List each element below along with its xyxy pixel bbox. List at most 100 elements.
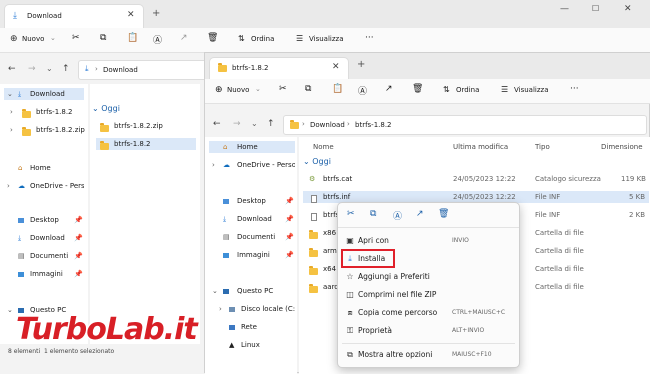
- nav-item-linux[interactable]: ▲ Linux: [209, 339, 295, 351]
- desktop-icon: [223, 199, 229, 204]
- nav-item-home[interactable]: ⌂ Home: [209, 141, 295, 153]
- nav-item-download-pinned[interactable]: ⤓ Download 📌: [4, 232, 84, 244]
- view-button[interactable]: Visualizza: [309, 35, 343, 43]
- new-button[interactable]: Nuovo: [227, 86, 249, 94]
- paste-icon[interactable]: 📋: [332, 84, 343, 94]
- download-icon: ⤓: [18, 90, 22, 98]
- menu-item-comprimi-zip[interactable]: ◫ Comprimi nel file ZIP: [338, 286, 519, 304]
- column-header-name[interactable]: Nome: [313, 143, 334, 151]
- group-header: ⌄ Oggi: [303, 157, 331, 166]
- menu-item-proprieta[interactable]: ⚿ Proprietà ALT+INVIO: [338, 322, 519, 340]
- new-tab-button[interactable]: +: [357, 59, 365, 70]
- pin-icon[interactable]: 📌: [74, 250, 83, 262]
- up-button[interactable]: ↑: [267, 119, 275, 129]
- forward-button[interactable]: →: [28, 64, 36, 74]
- rename-icon[interactable]: Ⓐ: [358, 84, 367, 97]
- nav-item-download[interactable]: ⌄ ⤓ Download: [4, 88, 84, 100]
- new-icon: ⊕: [215, 85, 223, 95]
- file-row[interactable]: ⚙ btrfs.cat 24/05/2023 12:22 Catalogo si…: [303, 173, 649, 185]
- copy-icon[interactable]: ⧉: [370, 209, 376, 219]
- address-bar[interactable]: › Download › btrfs-1.8.2: [283, 115, 647, 135]
- inf-file-icon: [311, 211, 317, 223]
- recent-button[interactable]: ⌄: [46, 64, 53, 73]
- breadcrumb-item[interactable]: Download: [310, 121, 345, 129]
- download-icon: ⤓: [223, 215, 227, 223]
- right-tab[interactable]: btrfs-1.8.2 ✕: [209, 57, 349, 79]
- more-options-icon[interactable]: ···: [365, 33, 374, 43]
- close-icon[interactable]: ✕: [332, 62, 340, 72]
- address-bar[interactable]: ⤓ › Download: [78, 60, 210, 80]
- nav-item-questo-pc[interactable]: ⌄ Questo PC: [209, 285, 295, 297]
- cut-icon[interactable]: ✂: [72, 33, 80, 43]
- rename-icon[interactable]: Ⓐ: [153, 33, 162, 46]
- nav-label: OneDrive - Pers: [30, 182, 84, 190]
- view-button[interactable]: Visualizza: [514, 86, 548, 94]
- menu-item-copia-percorso[interactable]: ⧈ Copia come percorso CTRL+MAIUSC+C: [338, 304, 519, 322]
- breadcrumb-separator: ›: [302, 120, 305, 128]
- delete-icon[interactable]: 🗑: [412, 84, 423, 94]
- maximize-button[interactable]: ☐: [592, 4, 599, 13]
- menu-item-apri-con[interactable]: ▣ Apri con INVIO: [338, 232, 519, 250]
- up-button[interactable]: ↑: [62, 64, 70, 74]
- nav-item-documenti[interactable]: ▤ Documenti 📌: [209, 231, 295, 243]
- back-button[interactable]: ←: [213, 119, 221, 129]
- copy-icon[interactable]: ⧉: [305, 84, 311, 94]
- nav-item-desktop[interactable]: Desktop 📌: [4, 214, 84, 226]
- highlight-box: [341, 249, 395, 268]
- share-icon[interactable]: ↗: [385, 84, 393, 94]
- rename-icon[interactable]: Ⓐ: [393, 209, 402, 222]
- file-row-selected[interactable]: btrfs-1.8.2: [96, 138, 196, 150]
- more-options-icon[interactable]: ···: [570, 84, 579, 94]
- pin-icon[interactable]: 📌: [74, 214, 83, 226]
- nav-item-immagini[interactable]: Immagini 📌: [209, 249, 295, 261]
- nav-item-disco-locale[interactable]: › Disco locale (C:): [209, 303, 295, 315]
- nav-item-desktop[interactable]: Desktop 📌: [209, 195, 295, 207]
- pin-icon[interactable]: 📌: [74, 268, 83, 280]
- delete-icon[interactable]: 🗑: [207, 33, 218, 43]
- nav-item-btrfs-zip[interactable]: › btrfs-1.8.2.zip: [4, 124, 85, 136]
- pin-icon[interactable]: 📌: [285, 231, 294, 243]
- back-button[interactable]: ←: [8, 64, 16, 74]
- cut-icon[interactable]: ✂: [347, 209, 355, 219]
- folder-icon: [100, 140, 109, 152]
- cut-icon[interactable]: ✂: [279, 84, 287, 94]
- delete-icon[interactable]: 🗑: [438, 209, 449, 219]
- pin-icon[interactable]: 📌: [285, 213, 294, 225]
- breadcrumb-item[interactable]: btrfs-1.8.2: [355, 121, 392, 129]
- sort-button[interactable]: Ordina: [251, 35, 274, 43]
- chevron-down-icon: ⌄: [7, 90, 13, 98]
- pin-icon[interactable]: 📌: [74, 232, 83, 244]
- copy-icon[interactable]: ⧉: [100, 33, 106, 43]
- nav-item-onedrive[interactable]: › ☁ OneDrive - Pers: [4, 180, 84, 192]
- file-row[interactable]: btrfs-1.8.2.zip: [96, 120, 196, 132]
- sort-button[interactable]: Ordina: [456, 86, 479, 94]
- menu-item-aggiungi-preferiti[interactable]: ☆ Aggiungi a Preferiti: [338, 268, 519, 286]
- right-tab-title: btrfs-1.8.2: [232, 64, 269, 72]
- breadcrumb-separator: ›: [95, 65, 98, 73]
- recent-button[interactable]: ⌄: [251, 119, 258, 128]
- new-tab-button[interactable]: +: [152, 8, 160, 19]
- paste-icon[interactable]: 📋: [127, 33, 138, 43]
- nav-item-rete[interactable]: Rete: [209, 321, 295, 333]
- column-header-date[interactable]: Ultima modifica: [453, 143, 508, 151]
- nav-item-immagini[interactable]: Immagini 📌: [4, 268, 84, 280]
- left-tab[interactable]: ⤓ Download ✕: [4, 4, 144, 28]
- forward-button[interactable]: →: [233, 119, 241, 129]
- nav-label: btrfs-1.8.2.zip: [36, 126, 85, 134]
- window-close-button[interactable]: ✕: [624, 4, 632, 14]
- column-header-size[interactable]: Dimensione: [601, 143, 643, 151]
- share-icon[interactable]: ↗: [416, 209, 424, 219]
- nav-item-documenti[interactable]: ▤ Documenti 📌: [4, 250, 84, 262]
- close-icon[interactable]: ✕: [127, 10, 135, 20]
- nav-item-download[interactable]: ⤓ Download 📌: [209, 213, 295, 225]
- nav-item-onedrive[interactable]: › ☁ OneDrive - Persona: [209, 159, 295, 171]
- pin-icon[interactable]: 📌: [285, 195, 294, 207]
- column-header-type[interactable]: Tipo: [535, 143, 550, 151]
- nav-item-home[interactable]: ⌂ Home: [4, 162, 84, 174]
- share-icon[interactable]: ↗: [180, 33, 188, 43]
- menu-item-altre-opzioni[interactable]: ⧉ Mostra altre opzioni MAIUSC+F10: [338, 346, 519, 364]
- new-button[interactable]: Nuovo: [22, 35, 44, 43]
- pin-icon[interactable]: 📌: [285, 249, 294, 261]
- nav-item-btrfs-folder[interactable]: › btrfs-1.8.2: [4, 106, 84, 118]
- minimize-button[interactable]: —: [560, 4, 569, 14]
